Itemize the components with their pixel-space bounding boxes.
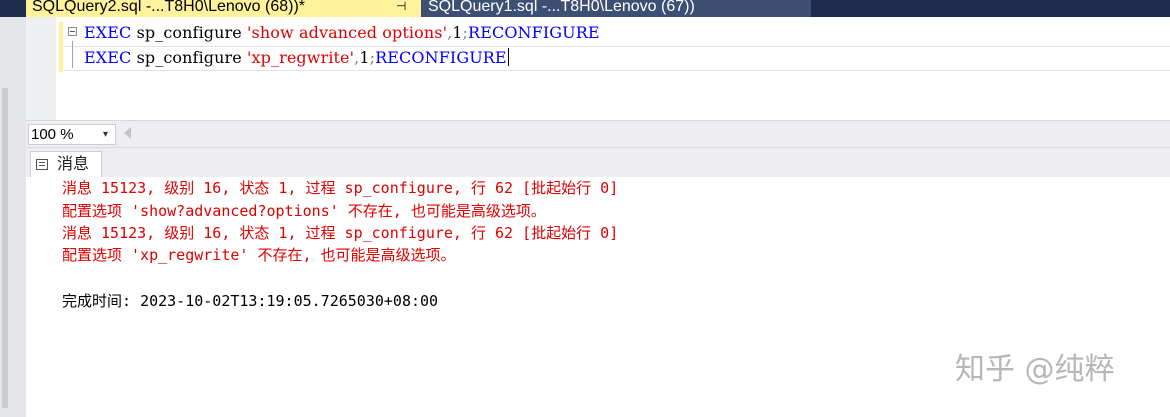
- watermark: 知乎 @纯粹: [955, 352, 1115, 387]
- code-line-2[interactable]: EXEC sp_configure 'xp_regwrite',1;RECONF…: [84, 48, 509, 68]
- collapse-icon[interactable]: [68, 27, 77, 36]
- keyword-exec: EXEC: [84, 23, 132, 42]
- tab-sqlquery1[interactable]: SQLQuery1.sql -...T8H0\Lenovo (67)): [421, 0, 811, 17]
- proc-name: sp_configure: [131, 48, 248, 67]
- zoom-value: 100 %: [31, 126, 74, 143]
- chevron-down-icon[interactable]: ▾: [103, 128, 108, 142]
- keyword-reconfigure: RECONFIGURE: [375, 48, 507, 67]
- keyword-exec: EXEC: [84, 48, 132, 67]
- document-tab-bar: SQLQuery2.sql -...T8H0\Lenovo (68))* ⊣ ✕…: [0, 0, 1170, 17]
- tab-messages[interactable]: 消息: [30, 151, 102, 178]
- scroll-left-icon[interactable]: [124, 127, 131, 139]
- error-message-line: 配置选项 'xp_regwrite' 不存在, 也可能是高级选项。: [62, 246, 456, 264]
- error-message-line: 消息 15123, 级别 16, 状态 1, 过程 sp_configure, …: [62, 224, 619, 242]
- editor-status-strip: 100 % ▾: [26, 120, 1170, 147]
- error-message-line: 消息 15123, 级别 16, 状态 1, 过程 sp_configure, …: [62, 179, 619, 197]
- tab-label: SQLQuery1.sql -...T8H0\Lenovo (67)): [428, 0, 695, 15]
- completion-timestamp: 2023-10-02T13:19:05.7265030+08:00: [140, 292, 439, 310]
- proc-name: sp_configure: [131, 23, 248, 42]
- results-tab-bar: 消息: [26, 147, 1170, 178]
- pin-icon[interactable]: ⊣: [396, 0, 406, 13]
- messages-icon: [36, 159, 48, 170]
- completion-time: 完成时间: 2023-10-02T13:19:05.7265030+08:00: [62, 291, 438, 311]
- code-line-1[interactable]: EXEC sp_configure 'show advanced options…: [84, 23, 600, 43]
- zoom-dropdown[interactable]: 100 % ▾: [28, 124, 116, 145]
- editor-gutter: [26, 17, 56, 120]
- tab-messages-label: 消息: [57, 154, 90, 173]
- number-literal: 1: [359, 48, 370, 67]
- tab-label: SQLQuery2.sql -...T8H0\Lenovo (68))*: [32, 0, 306, 15]
- keyword-reconfigure: RECONFIGURE: [468, 23, 600, 42]
- left-scrollbar[interactable]: [2, 88, 8, 408]
- completion-label: 完成时间:: [62, 292, 141, 310]
- number-literal: 1: [452, 23, 463, 42]
- string-literal: 'show advanced options': [247, 23, 448, 42]
- string-literal: 'xp_regwrite': [247, 48, 355, 67]
- change-indicator: [59, 22, 63, 72]
- tab-sqlquery2[interactable]: SQLQuery2.sql -...T8H0\Lenovo (68))* ⊣ ✕: [26, 0, 421, 17]
- text-caret: [507, 48, 509, 66]
- outline-guide: [72, 41, 73, 68]
- error-message-line: 配置选项 'show?advanced?options' 不存在, 也可能是高级…: [62, 202, 546, 220]
